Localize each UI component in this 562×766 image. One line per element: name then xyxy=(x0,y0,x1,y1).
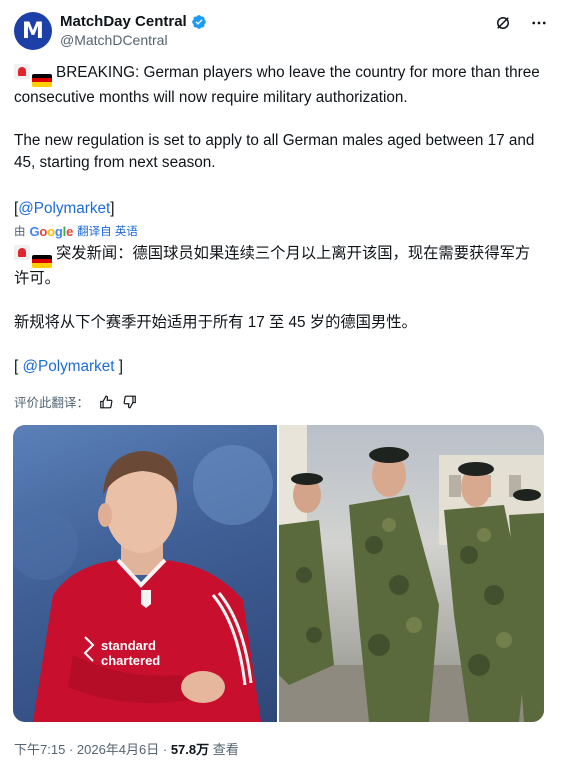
translated-text-para2: 新规将从下个赛季开始适用于所有 17 至 45 岁的德国男性。 xyxy=(14,314,417,331)
meta-separator: · xyxy=(159,742,171,757)
rate-translation-label: 评价此翻译： xyxy=(14,396,90,410)
translated-breaking-text: 突发新闻：德国球员如果连续三个月以上离开该国，现在需要获得军方许可。 xyxy=(14,245,531,287)
google-logo-icon: Google xyxy=(29,223,74,239)
tweet-meta: 下午7:15 · 2026年4月6日 · 57.8万 查看 xyxy=(14,739,239,758)
translated-tag-close: ] xyxy=(114,358,124,375)
soldiers-illustration xyxy=(279,425,544,722)
translated-by: 由 Google 翻译自 英语 xyxy=(14,223,138,239)
germany-flag-icon xyxy=(32,73,52,87)
translated-tag-row: [ @Polymarket ] xyxy=(14,356,544,378)
thumbs-up-icon[interactable] xyxy=(99,395,113,409)
header-actions xyxy=(494,14,548,32)
player-illustration: standard chartered xyxy=(13,445,273,722)
tweet-text-line1: BREAKING: German players who leave the c… xyxy=(14,62,544,109)
translated-tag-open: [ xyxy=(14,358,23,375)
translated-by-prefix: 由 xyxy=(14,226,26,238)
grok-icon[interactable] xyxy=(494,14,512,32)
view-count: 57.8万 xyxy=(170,742,210,757)
svg-text:standard: standard xyxy=(101,638,156,653)
germany-flag-icon xyxy=(32,254,52,268)
tweet-breaking-text: BREAKING: German players who leave the c… xyxy=(14,64,540,106)
meta-separator: · xyxy=(65,742,77,757)
siren-emoji-icon xyxy=(14,245,30,260)
svg-text:chartered: chartered xyxy=(101,653,160,668)
siren-emoji-icon xyxy=(14,64,30,79)
thumbs-down-icon[interactable] xyxy=(123,395,137,409)
tweet-text-para2: The new regulation is set to apply to al… xyxy=(14,132,535,171)
tweet-date[interactable]: 2026年4月6日 xyxy=(77,742,159,757)
name-row: MatchDay Central xyxy=(60,13,207,30)
avatar[interactable]: M xyxy=(14,12,52,50)
translate-from-english-link[interactable]: 翻译自 英语 xyxy=(77,223,138,239)
tweet-tag-row: [@Polymarket] xyxy=(14,198,544,220)
handle[interactable]: @MatchDCentral xyxy=(60,32,168,48)
rate-translation-row: 评价此翻译： xyxy=(14,392,137,411)
translated-polymarket-link[interactable]: @Polymarket xyxy=(23,358,115,375)
tweet-header: M MatchDay Central @MatchDCentral xyxy=(14,10,548,52)
verified-badge-icon xyxy=(191,14,206,29)
tag-close-bracket: ] xyxy=(110,200,115,217)
soldiers-photo[interactable] xyxy=(279,425,544,722)
translated-text-line1: 突发新闻：德国球员如果连续三个月以上离开该国，现在需要获得军方许可。 xyxy=(14,243,544,290)
display-name[interactable]: MatchDay Central xyxy=(60,13,187,30)
more-icon[interactable] xyxy=(530,14,548,32)
tweet-time[interactable]: 下午7:15 xyxy=(14,742,65,757)
tweet-media[interactable]: standard chartered xyxy=(13,425,544,722)
view-count-label: 查看 xyxy=(209,742,239,757)
player-photo[interactable]: standard chartered xyxy=(13,425,277,722)
polymarket-mention-link[interactable]: @Polymarket xyxy=(18,200,110,217)
